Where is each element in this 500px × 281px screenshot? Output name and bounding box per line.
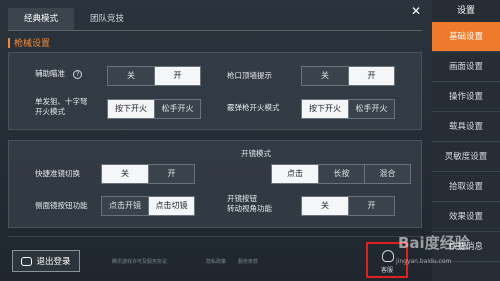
section-title: 枪械设置 [8,36,50,49]
side-scope-open[interactable]: 点击开镜 [102,197,148,215]
weapon-panel-1: 辅助瞄准 ? 关 开 枪口顶墙提示 关 开 单发狙、十字弩 开火模式 按下开火 … [8,52,422,130]
quick-scope-toggle: 关 开 [101,164,195,184]
watermark-brand: Bai度经验 [398,234,470,252]
tabs-divider [8,30,422,31]
tab-classic[interactable]: 经典模式 [8,8,75,30]
sidebar-item-graphics[interactable]: 画面设置 [432,52,500,82]
single-shot-mode: 按下开火 松手开火 [107,99,201,119]
single-shot-release[interactable]: 松手开火 [154,100,200,118]
scope-mode-label: 开镜模式 [241,149,271,158]
shotgun-release[interactable]: 松手开火 [348,100,394,118]
scope-turn-toggle: 关 开 [301,196,395,216]
section-marker [8,37,10,48]
tab-team[interactable]: 团队竞技 [74,8,140,30]
headset-icon [382,250,394,262]
scope-mode-tap[interactable]: 点击 [272,165,318,183]
chat-icon [21,256,33,266]
scope-turn-off[interactable]: 关 [302,197,348,215]
muzzle-wall-toggle: 关 开 [301,66,395,86]
scope-mode-mixed[interactable]: 混合 [364,165,410,183]
side-scope-label: 侧面镜按钮功能 [35,201,88,210]
link-license[interactable]: 腾讯游戏许可及服务协议 [112,258,167,265]
quick-scope-off[interactable]: 关 [102,165,148,183]
sidebar-item-basic[interactable]: 基础设置 [432,22,500,52]
aim-assist-toggle: 关 开 [107,66,201,86]
side-scope-switch[interactable]: 点击切镜 [148,197,194,215]
sidebar-item-effects[interactable]: 效果设置 [432,202,500,232]
bottom-divider [8,236,422,237]
link-privacy[interactable]: 隐私政策 [206,258,226,265]
shotgun-mode-label: 霰弹枪开火模式 [227,103,280,112]
scope-turn-label: 开镜按钮 转动视角功能 [227,194,272,213]
scope-mode-hold[interactable]: 长按 [318,165,364,183]
single-shot-label: 单发狙、十字弩 开火模式 [35,97,88,116]
muzzle-wall-on[interactable]: 开 [348,67,394,85]
sidebar-item-sensitivity[interactable]: 灵敏度设置 [432,142,500,172]
sidebar-item-pickup[interactable]: 拾取设置 [432,172,500,202]
weapon-panel-2: 快捷准镜切换 关 开 开镜模式 点击 长按 混合 侧面镜按钮功能 点击开镜 点击… [8,140,422,228]
aim-assist-label: 辅助瞄准 ? [35,69,83,79]
muzzle-wall-label: 枪口顶墙提示 [227,71,272,80]
single-shot-press[interactable]: 按下开火 [108,100,154,118]
side-scope-mode: 点击开镜 点击切镜 [101,196,195,216]
logout-button[interactable]: 退出登录 [12,250,80,272]
settings-screen: 经典模式 团队竞技 枪械设置 辅助瞄准 ? 关 开 枪口顶墙提示 关 开 单发狙… [0,0,500,281]
sidebar-title: 设置 [456,6,475,16]
quick-scope-on[interactable]: 开 [148,165,194,183]
link-terms[interactable]: 服务条款 [238,258,258,265]
section-title-text: 枪械设置 [14,39,51,49]
watermark-url: jingyan.baidu.com [396,258,452,265]
shotgun-press[interactable]: 按下开火 [302,100,348,118]
sidebar-item-controls[interactable]: 操作设置 [432,82,500,112]
close-icon[interactable]: ✕ [408,3,424,19]
sidebar-item-vehicle[interactable]: 载具设置 [432,112,500,142]
shotgun-mode: 按下开火 松手开火 [301,99,395,119]
aim-assist-on[interactable]: 开 [154,67,200,85]
scope-mode-select: 点击 长按 混合 [271,164,411,184]
muzzle-wall-off[interactable]: 关 [302,67,348,85]
scope-turn-on[interactable]: 开 [348,197,394,215]
aim-assist-off[interactable]: 关 [108,67,154,85]
quick-scope-label: 快捷准镜切换 [35,169,80,178]
mode-tabs: 经典模式 团队竞技 [8,8,140,30]
help-icon[interactable]: ? [73,69,83,79]
